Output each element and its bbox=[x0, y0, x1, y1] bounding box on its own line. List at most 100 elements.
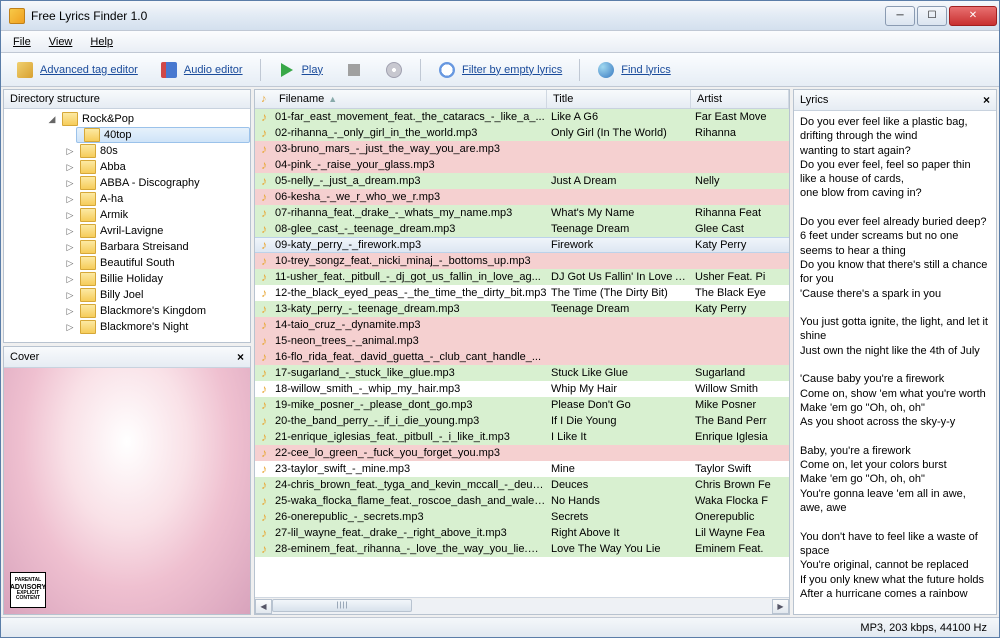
titlebar[interactable]: Free Lyrics Finder 1.0 ─ ☐ ✕ bbox=[1, 1, 999, 31]
panel-close-button[interactable]: × bbox=[983, 93, 990, 107]
tree-node[interactable]: ▷ Billie Holiday bbox=[4, 271, 250, 287]
table-row[interactable]: ♪16-flo_rida_feat._david_guetta_-_club_c… bbox=[255, 349, 789, 365]
table-row[interactable]: ♪20-the_band_perry_-_if_i_die_young.mp3I… bbox=[255, 413, 789, 429]
table-row[interactable]: ♪21-enrique_iglesias_feat._pitbull_-_i_l… bbox=[255, 429, 789, 445]
expand-icon[interactable]: ▷ bbox=[64, 242, 76, 253]
table-row[interactable]: ♪25-waka_flocka_flame_feat._roscoe_dash_… bbox=[255, 493, 789, 509]
table-row[interactable]: ♪27-lil_wayne_feat._drake_-_right_above_… bbox=[255, 525, 789, 541]
cell-artist: Sugarland bbox=[691, 367, 789, 379]
cell-filename: 10-trey_songz_feat._nicki_minaj_-_bottom… bbox=[273, 255, 547, 267]
cell-filename: 15-neon_trees_-_animal.mp3 bbox=[273, 335, 547, 347]
table-row[interactable]: ♪19-mike_posner_-_please_dont_go.mp3Plea… bbox=[255, 397, 789, 413]
panel-close-button[interactable]: × bbox=[237, 350, 244, 364]
tree-node[interactable]: ▷Barbara Streisand bbox=[4, 239, 250, 255]
expand-icon[interactable]: ▷ bbox=[64, 226, 76, 237]
column-title[interactable]: Title bbox=[547, 90, 691, 108]
expand-icon[interactable]: ▷ bbox=[64, 258, 76, 269]
table-row[interactable]: ♪13-katy_perry_-_teenage_dream.mp3Teenag… bbox=[255, 301, 789, 317]
expand-icon[interactable]: ▷ bbox=[64, 306, 76, 317]
table-row[interactable]: ♪23-taylor_swift_-_mine.mp3MineTaylor Sw… bbox=[255, 461, 789, 477]
table-row[interactable]: ♪14-taio_cruz_-_dynamite.mp3 bbox=[255, 317, 789, 333]
scroll-right-button[interactable]: ▶ bbox=[772, 599, 789, 614]
tree-node[interactable]: ▷80s bbox=[4, 143, 250, 159]
lyrics-text[interactable]: Do you ever feel like a plastic bag, dri… bbox=[794, 111, 996, 614]
expand-icon[interactable]: ▷ bbox=[64, 178, 76, 189]
cell-artist: The Band Perr bbox=[691, 415, 789, 427]
table-row[interactable]: ♪24-chris_brown_feat._tyga_and_kevin_mcc… bbox=[255, 477, 789, 493]
expand-icon[interactable]: ▷ bbox=[64, 274, 76, 285]
table-row[interactable]: ♪10-trey_songz_feat._nicki_minaj_-_botto… bbox=[255, 253, 789, 269]
table-row[interactable]: ♪04-pink_-_raise_your_glass.mp3 bbox=[255, 157, 789, 173]
directory-tree[interactable]: ◢ Rock&Pop 40top ▷80s▷Abba▷ABBA - Discog… bbox=[4, 109, 250, 342]
cell-title: Whip My Hair bbox=[547, 383, 691, 395]
expand-icon[interactable]: ▷ bbox=[64, 162, 76, 173]
table-row[interactable]: ♪11-usher_feat._pitbull_-_dj_got_us_fall… bbox=[255, 269, 789, 285]
table-row[interactable]: ♪07-rihanna_feat._drake_-_whats_my_name.… bbox=[255, 205, 789, 221]
tree-label: Billie Holiday bbox=[100, 273, 163, 285]
tree-node[interactable]: ▷ABBA - Discography bbox=[4, 175, 250, 191]
tree-node[interactable]: ▷A-ha bbox=[4, 191, 250, 207]
scroll-track[interactable] bbox=[272, 599, 772, 614]
table-row[interactable]: ♪22-cee_lo_green_-_fuck_you_forget_you.m… bbox=[255, 445, 789, 461]
status-text: MP3, 203 kbps, 44100 Hz bbox=[860, 622, 987, 634]
table-row[interactable]: ♪02-rihanna_-_only_girl_in_the_world.mp3… bbox=[255, 125, 789, 141]
lyrics-panel: Lyrics × Do you ever feel like a plastic… bbox=[793, 89, 997, 615]
expand-icon[interactable]: ▷ bbox=[64, 322, 76, 333]
folder-icon bbox=[80, 320, 96, 334]
cell-filename: 11-usher_feat._pitbull_-_dj_got_us_falli… bbox=[273, 271, 547, 283]
close-button[interactable]: ✕ bbox=[949, 6, 997, 26]
stop-button[interactable] bbox=[336, 57, 372, 83]
audio-editor-button[interactable]: Audio editor bbox=[151, 57, 252, 83]
folder-icon bbox=[84, 128, 100, 142]
filter-empty-lyrics-button[interactable]: Filter by empty lyrics bbox=[429, 57, 571, 83]
music-icon: ♪ bbox=[255, 334, 273, 348]
tree-node[interactable]: ▷Avril-Lavigne bbox=[4, 223, 250, 239]
table-row[interactable]: ♪01-far_east_movement_feat._the_cataracs… bbox=[255, 109, 789, 125]
play-button[interactable]: Play bbox=[269, 57, 332, 83]
advanced-tag-editor-button[interactable]: Advanced tag editor bbox=[7, 57, 147, 83]
scroll-left-button[interactable]: ◀ bbox=[255, 599, 272, 614]
table-row[interactable]: ♪06-kesha_-_we_r_who_we_r.mp3 bbox=[255, 189, 789, 205]
table-row[interactable]: ♪17-sugarland_-_stuck_like_glue.mp3Stuck… bbox=[255, 365, 789, 381]
menu-view[interactable]: View bbox=[41, 34, 81, 50]
folder-icon bbox=[80, 256, 96, 270]
tree-node[interactable]: ▷ Blackmore's Kingdom bbox=[4, 303, 250, 319]
horizontal-scrollbar[interactable]: ◀ ▶ bbox=[255, 597, 789, 614]
table-row[interactable]: ♪15-neon_trees_-_animal.mp3 bbox=[255, 333, 789, 349]
table-row[interactable]: ♪09-katy_perry_-_firework.mp3FireworkKat… bbox=[255, 237, 789, 253]
maximize-button[interactable]: ☐ bbox=[917, 6, 947, 26]
tree-node[interactable]: ▷Beautiful South bbox=[4, 255, 250, 271]
menu-help[interactable]: Help bbox=[82, 34, 121, 50]
column-artist[interactable]: Artist bbox=[691, 90, 789, 108]
tree-label: Blackmore's Kingdom bbox=[100, 305, 206, 317]
cell-filename: 08-glee_cast_-_teenage_dream.mp3 bbox=[273, 223, 547, 235]
table-row[interactable]: ♪28-eminem_feat._rihanna_-_love_the_way_… bbox=[255, 541, 789, 557]
expand-icon[interactable]: ▷ bbox=[64, 210, 76, 221]
tree-node[interactable]: ▷Armik bbox=[4, 207, 250, 223]
content-area: Directory structure ◢ Rock&Pop 40top ▷80… bbox=[1, 87, 999, 617]
cell-filename: 01-far_east_movement_feat._the_cataracs_… bbox=[273, 111, 547, 123]
find-lyrics-button[interactable]: Find lyrics bbox=[588, 57, 680, 83]
tree-node-root[interactable]: ◢ Rock&Pop bbox=[4, 111, 250, 127]
table-row[interactable]: ♪03-bruno_mars_-_just_the_way_you_are.mp… bbox=[255, 141, 789, 157]
disc-button[interactable] bbox=[376, 57, 412, 83]
collapse-icon[interactable]: ◢ bbox=[46, 114, 58, 125]
expand-icon[interactable]: ▷ bbox=[64, 194, 76, 205]
cell-artist: Willow Smith bbox=[691, 383, 789, 395]
tree-node[interactable]: ▷Blackmore's Night bbox=[4, 319, 250, 335]
minimize-button[interactable]: ─ bbox=[885, 6, 915, 26]
table-row[interactable]: ♪18-willow_smith_-_whip_my_hair.mp3Whip … bbox=[255, 381, 789, 397]
column-filename[interactable]: ♪ Filename ▲ bbox=[255, 90, 547, 108]
table-row[interactable]: ♪05-nelly_-_just_a_dream.mp3Just A Dream… bbox=[255, 173, 789, 189]
tree-node[interactable]: ▷Abba bbox=[4, 159, 250, 175]
expand-icon[interactable]: ▷ bbox=[64, 290, 76, 301]
table-row[interactable]: ♪08-glee_cast_-_teenage_dream.mp3Teenage… bbox=[255, 221, 789, 237]
table-row[interactable]: ♪12-the_black_eyed_peas_-_the_time_the_d… bbox=[255, 285, 789, 301]
tree-node-selected[interactable]: 40top bbox=[76, 127, 250, 143]
table-row[interactable]: ♪26-onerepublic_-_secrets.mp3SecretsOner… bbox=[255, 509, 789, 525]
menu-file[interactable]: File bbox=[5, 34, 39, 50]
grid-body[interactable]: ♪ 01-far_east_movement_feat._the_cataracs… bbox=[255, 109, 789, 597]
tree-node[interactable]: ▷Billy Joel bbox=[4, 287, 250, 303]
scroll-thumb[interactable] bbox=[272, 599, 412, 612]
expand-icon[interactable]: ▷ bbox=[64, 146, 76, 157]
